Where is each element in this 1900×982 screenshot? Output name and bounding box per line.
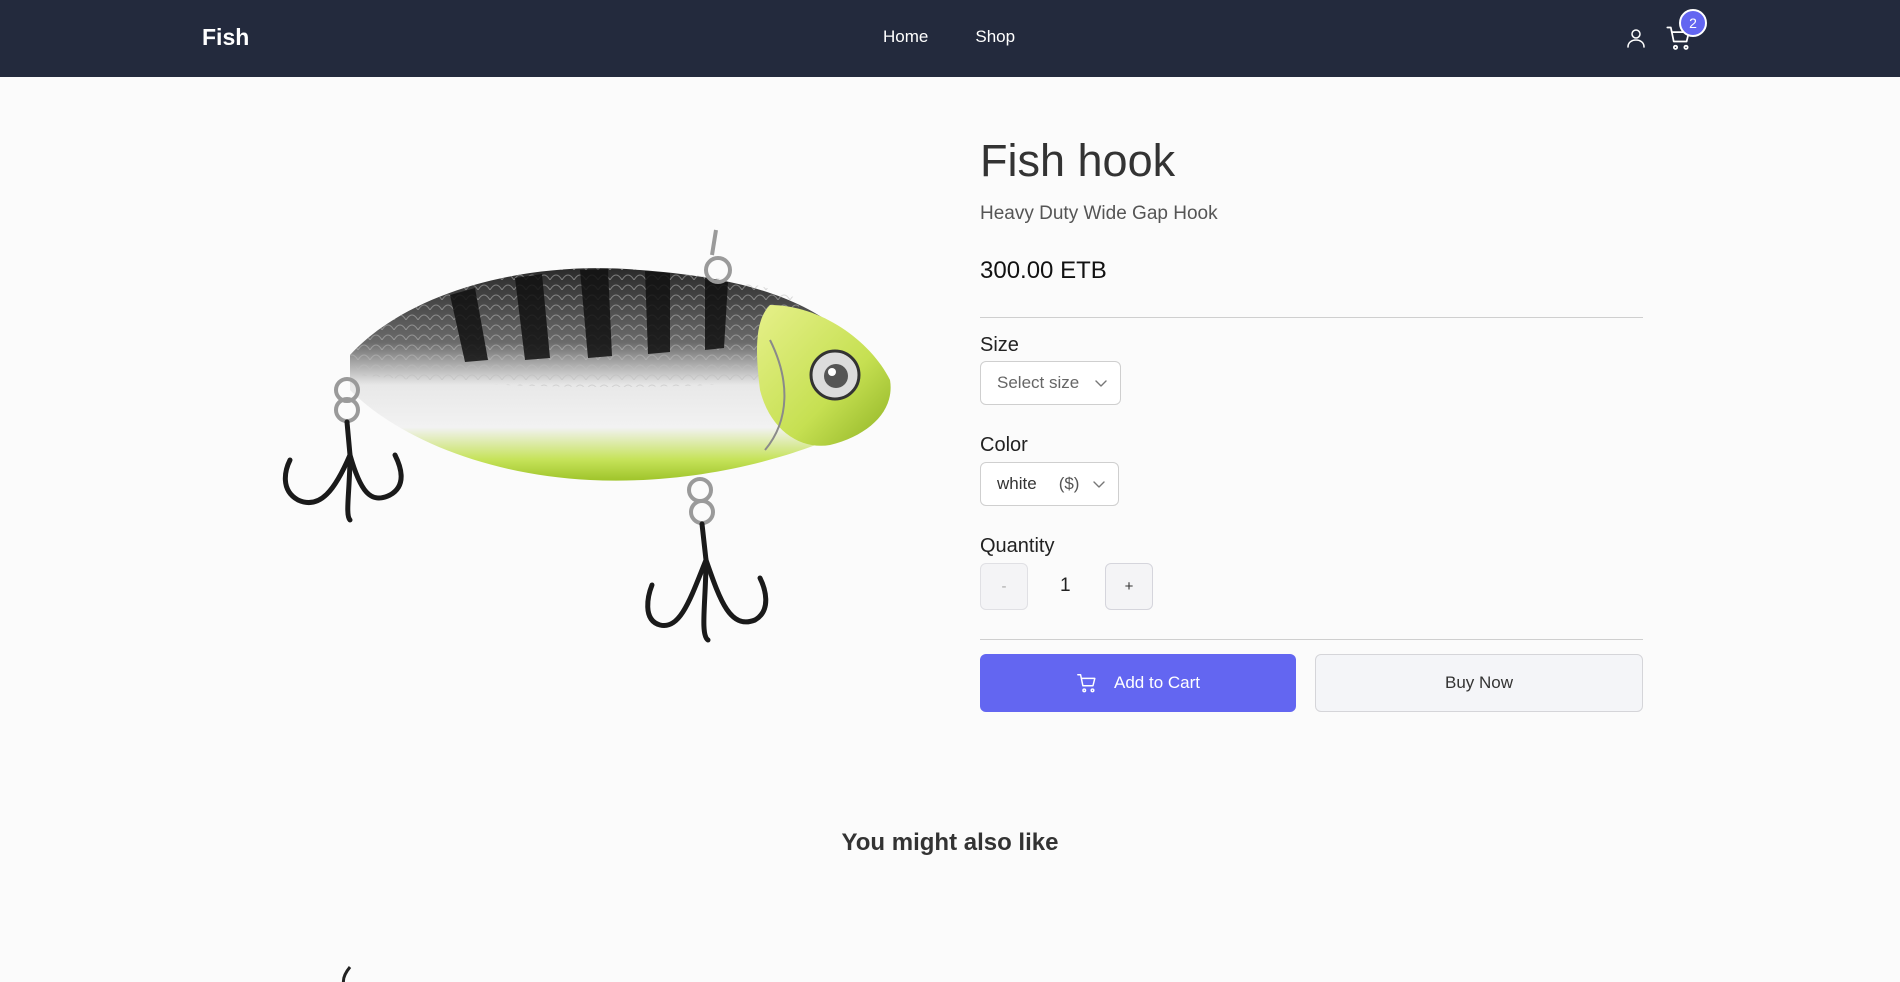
- divider: [980, 317, 1643, 318]
- color-select-value: white: [997, 474, 1037, 493]
- quantity-label: Quantity: [980, 535, 1055, 557]
- color-select[interactable]: white ($): [980, 462, 1119, 506]
- color-label: Color: [980, 434, 1028, 456]
- size-label: Size: [980, 334, 1019, 356]
- nav-link-home[interactable]: Home: [883, 27, 928, 47]
- related-products-heading: You might also like: [841, 829, 1059, 856]
- size-select[interactable]: Select size: [980, 361, 1121, 405]
- nav-link-shop[interactable]: Shop: [975, 27, 1015, 47]
- brand-logo[interactable]: Fish: [202, 24, 249, 51]
- chevron-down-icon: [1095, 380, 1107, 387]
- product-image: [282, 229, 891, 643]
- navbar: Fish Home Shop 2: [0, 0, 1900, 77]
- user-icon[interactable]: [1624, 26, 1648, 50]
- size-select-value: Select size: [997, 373, 1080, 392]
- quantity-increment-button[interactable]: +: [1105, 563, 1153, 610]
- chevron-down-icon: [1093, 481, 1105, 488]
- add-to-cart-button[interactable]: Add to Cart: [980, 654, 1296, 712]
- product-price: 300.00 ETB: [980, 257, 1107, 284]
- cart-icon: [1077, 674, 1096, 693]
- color-price-note: ($): [1058, 474, 1080, 493]
- divider: [980, 639, 1643, 640]
- nav-links: Home Shop: [883, 27, 1015, 47]
- quantity-decrement-button[interactable]: -: [980, 563, 1028, 610]
- cart-count-badge[interactable]: 2: [1679, 9, 1707, 37]
- related-product-image: [341, 966, 352, 982]
- product-title: Fish hook: [980, 135, 1176, 186]
- quantity-value: 1: [1060, 575, 1071, 596]
- buy-now-button[interactable]: Buy Now: [1315, 654, 1643, 712]
- add-to-cart-label: Add to Cart: [1114, 673, 1200, 692]
- product-subtitle: Heavy Duty Wide Gap Hook: [980, 203, 1218, 224]
